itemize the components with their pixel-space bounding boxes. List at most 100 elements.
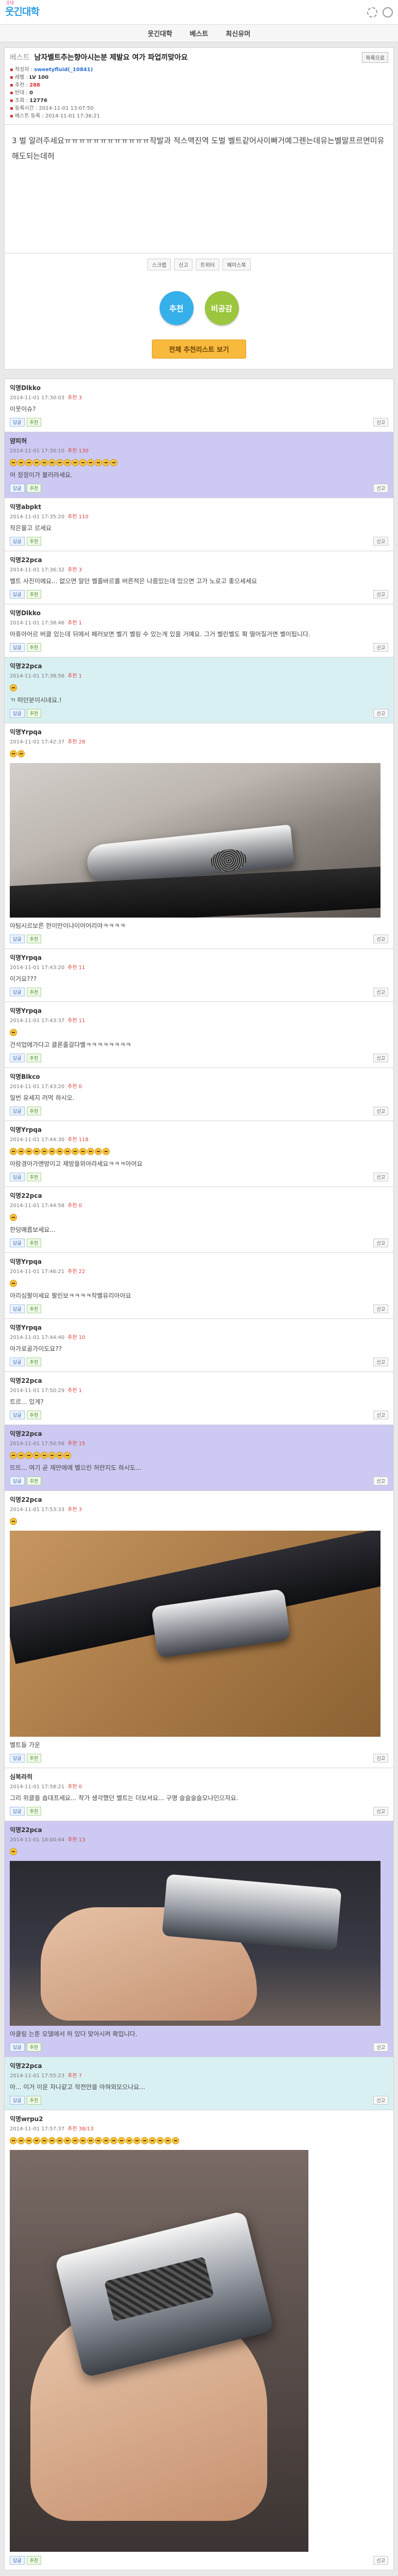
reply-button[interactable]: 답글 xyxy=(10,1304,25,1313)
comment-recommend-button[interactable]: 추천 xyxy=(26,1754,42,1762)
reply-button[interactable]: 답글 xyxy=(10,643,25,652)
report-button[interactable]: 신고 xyxy=(174,259,193,270)
comment-recommend-button[interactable]: 추천 xyxy=(26,590,42,599)
comment-report-button[interactable]: 신고 xyxy=(373,988,388,996)
comment-photo[interactable] xyxy=(10,2150,308,2552)
comment-report-button[interactable]: 신고 xyxy=(373,2043,388,2052)
comment-report-button[interactable]: 신고 xyxy=(373,2556,388,2565)
reply-button[interactable]: 답글 xyxy=(10,1411,25,1419)
reply-button[interactable]: 답글 xyxy=(10,537,25,546)
facebook-button[interactable]: 페이스북 xyxy=(222,259,251,270)
reply-button[interactable]: 답글 xyxy=(10,1477,25,1485)
nav-item-best[interactable]: 베스트 xyxy=(190,28,209,38)
comment-author[interactable]: 얌피허 xyxy=(10,436,388,445)
comment-author[interactable]: 익명22pca xyxy=(10,2061,388,2070)
comment-photo[interactable] xyxy=(10,1861,380,2026)
comment-author[interactable]: 익명Yrpqa xyxy=(10,727,388,736)
reply-button[interactable]: 답글 xyxy=(10,1239,25,1247)
settings-icon[interactable] xyxy=(367,7,377,18)
comment-author[interactable]: 익명22pca xyxy=(10,1429,388,1438)
reply-button[interactable]: 답글 xyxy=(10,484,25,493)
nav-item-home[interactable]: 웃긴대학 xyxy=(148,28,172,38)
comment-author[interactable]: 익명Yrpqa xyxy=(10,1323,388,1332)
comment-recommend-button[interactable]: 추천 xyxy=(26,1807,42,1816)
post-author[interactable]: sweetyfluid(_10841) xyxy=(34,67,93,73)
comment-recommend-button[interactable]: 추천 xyxy=(26,484,42,493)
comment-report-button[interactable]: 신고 xyxy=(373,1107,388,1115)
comment-author[interactable]: 심복라히 xyxy=(10,1772,388,1781)
comment-author[interactable]: 익명22pca xyxy=(10,662,388,670)
comment-report-button[interactable]: 신고 xyxy=(373,590,388,599)
comment-author[interactable]: 익명22pca xyxy=(10,1376,388,1385)
comment-report-button[interactable]: 신고 xyxy=(373,1411,388,1419)
reply-button[interactable]: 답글 xyxy=(10,1754,25,1762)
comment-recommend-button[interactable]: 추천 xyxy=(26,2043,42,2052)
comment-recommend-button[interactable]: 추천 xyxy=(26,1358,42,1366)
comment-author[interactable]: 익명Blkco xyxy=(10,1072,388,1081)
comment-recommend-button[interactable]: 추천 xyxy=(26,988,42,996)
comment-author[interactable]: 익명Dlkko xyxy=(10,608,388,617)
reply-button[interactable]: 답글 xyxy=(10,1358,25,1366)
reply-button[interactable]: 답글 xyxy=(10,2556,25,2565)
reply-button[interactable]: 답글 xyxy=(10,1054,25,1062)
comment-recommend-button[interactable]: 추천 xyxy=(26,537,42,546)
oppose-button[interactable]: 비공감 xyxy=(204,291,239,325)
reply-button[interactable]: 답글 xyxy=(10,935,25,943)
comment-recommend-button[interactable]: 추천 xyxy=(26,643,42,652)
comment-recommend-button[interactable]: 추천 xyxy=(26,1411,42,1419)
comment-report-button[interactable]: 신고 xyxy=(373,935,388,943)
reply-button[interactable]: 답글 xyxy=(10,418,25,427)
comment-report-button[interactable]: 신고 xyxy=(373,2096,388,2105)
comment-recommend-button[interactable]: 추천 xyxy=(26,418,42,427)
comment-report-button[interactable]: 신고 xyxy=(373,643,388,652)
comment-recommend-button[interactable]: 추천 xyxy=(26,1054,42,1062)
comment-author[interactable]: 익명22pca xyxy=(10,1825,388,1834)
comment-author[interactable]: 익명wrpu2 xyxy=(10,2114,388,2123)
comment-photo[interactable] xyxy=(10,763,380,918)
list-button[interactable]: 목록으로 xyxy=(362,52,388,63)
comment-recommend-button[interactable]: 추천 xyxy=(26,2556,42,2565)
comment-recommend-button[interactable]: 추천 xyxy=(26,2096,42,2105)
comment-report-button[interactable]: 신고 xyxy=(373,1477,388,1485)
comment-author[interactable]: 익명22pca xyxy=(10,555,388,564)
comment-report-button[interactable]: 신고 xyxy=(373,537,388,546)
recommend-button[interactable]: 추천 xyxy=(159,291,194,325)
comment-recommend-button[interactable]: 추천 xyxy=(26,1477,42,1485)
reply-button[interactable]: 답글 xyxy=(10,709,25,718)
nav-item-latest[interactable]: 최신유머 xyxy=(226,28,250,38)
comment-recommend-button[interactable]: 추천 xyxy=(26,1107,42,1115)
scrap-button[interactable]: 스크랩 xyxy=(147,259,171,270)
comment-report-button[interactable]: 신고 xyxy=(373,1239,388,1247)
comment-report-button[interactable]: 신고 xyxy=(373,1358,388,1366)
comment-author[interactable]: 익명Yrpqa xyxy=(10,1125,388,1134)
recommend-list-button[interactable]: 전체 추천리스트 보기 xyxy=(152,340,246,359)
comment-report-button[interactable]: 신고 xyxy=(373,1173,388,1181)
comment-author[interactable]: 익명Yrpqa xyxy=(10,1257,388,1266)
site-logo[interactable]: 웃대 웃긴대학 xyxy=(5,1,46,21)
reply-button[interactable]: 답글 xyxy=(10,1173,25,1181)
reply-button[interactable]: 답글 xyxy=(10,988,25,996)
comment-author[interactable]: 익명Dlkko xyxy=(10,383,388,392)
comment-report-button[interactable]: 신고 xyxy=(373,709,388,718)
reply-button[interactable]: 답글 xyxy=(10,1807,25,1816)
comment-recommend-button[interactable]: 추천 xyxy=(26,935,42,943)
reply-button[interactable]: 답글 xyxy=(10,590,25,599)
comment-author[interactable]: 익명abpkt xyxy=(10,502,388,511)
reply-button[interactable]: 답글 xyxy=(10,2096,25,2105)
comment-report-button[interactable]: 신고 xyxy=(373,484,388,493)
comment-photo[interactable] xyxy=(10,1531,380,1737)
user-icon[interactable] xyxy=(383,7,393,18)
comment-recommend-button[interactable]: 추천 xyxy=(26,1239,42,1247)
comment-report-button[interactable]: 신고 xyxy=(373,1754,388,1762)
comment-author[interactable]: 익명Yrpqa xyxy=(10,1006,388,1015)
comment-report-button[interactable]: 신고 xyxy=(373,418,388,427)
twitter-button[interactable]: 트위터 xyxy=(196,259,219,270)
reply-button[interactable]: 답글 xyxy=(10,2043,25,2052)
reply-button[interactable]: 답글 xyxy=(10,1107,25,1115)
comment-report-button[interactable]: 신고 xyxy=(373,1807,388,1816)
comment-author[interactable]: 익명Yrpqa xyxy=(10,953,388,962)
comment-report-button[interactable]: 신고 xyxy=(373,1054,388,1062)
comment-recommend-button[interactable]: 추천 xyxy=(26,1173,42,1181)
comment-author[interactable]: 익명22pca xyxy=(10,1191,388,1200)
comment-recommend-button[interactable]: 추천 xyxy=(26,1304,42,1313)
